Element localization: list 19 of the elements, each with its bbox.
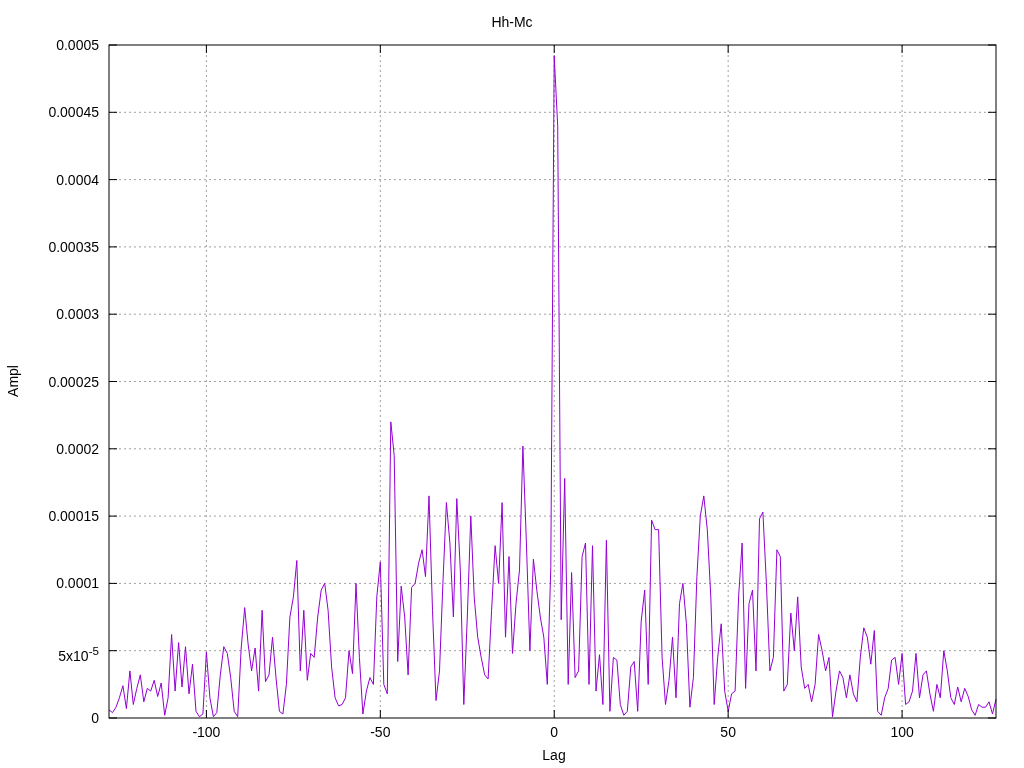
x-tick-label: -50 [369,723,392,741]
chart-title: Hh-Mc [490,13,534,31]
y-tick-label: 0.00045 [48,103,99,122]
y-tick-label: 0.00015 [48,507,99,526]
x-tick-label: 100 [889,723,915,741]
y-tick-label: 0.0003 [56,305,99,324]
y-tick-label: 5x10$^{-5}$ [58,642,99,665]
y-tick-label: 0.0005 [56,36,99,54]
y-tick-label: 0.00025 [48,372,99,391]
x-tick-label: 0 [549,723,560,741]
x-tick-label: -100 [191,723,222,741]
y-tick-label: 0.0004 [56,170,99,189]
x-axis-label: Lag [541,746,567,764]
y-tick-label: 0 [91,709,99,727]
y-tick-label: 0.00035 [48,237,99,256]
y-axis-label: Ampl [4,364,22,399]
x-tick-label: 50 [719,723,737,741]
y-tick-label: 0.0001 [56,574,99,593]
y-tick-label: 0.0002 [56,439,99,458]
